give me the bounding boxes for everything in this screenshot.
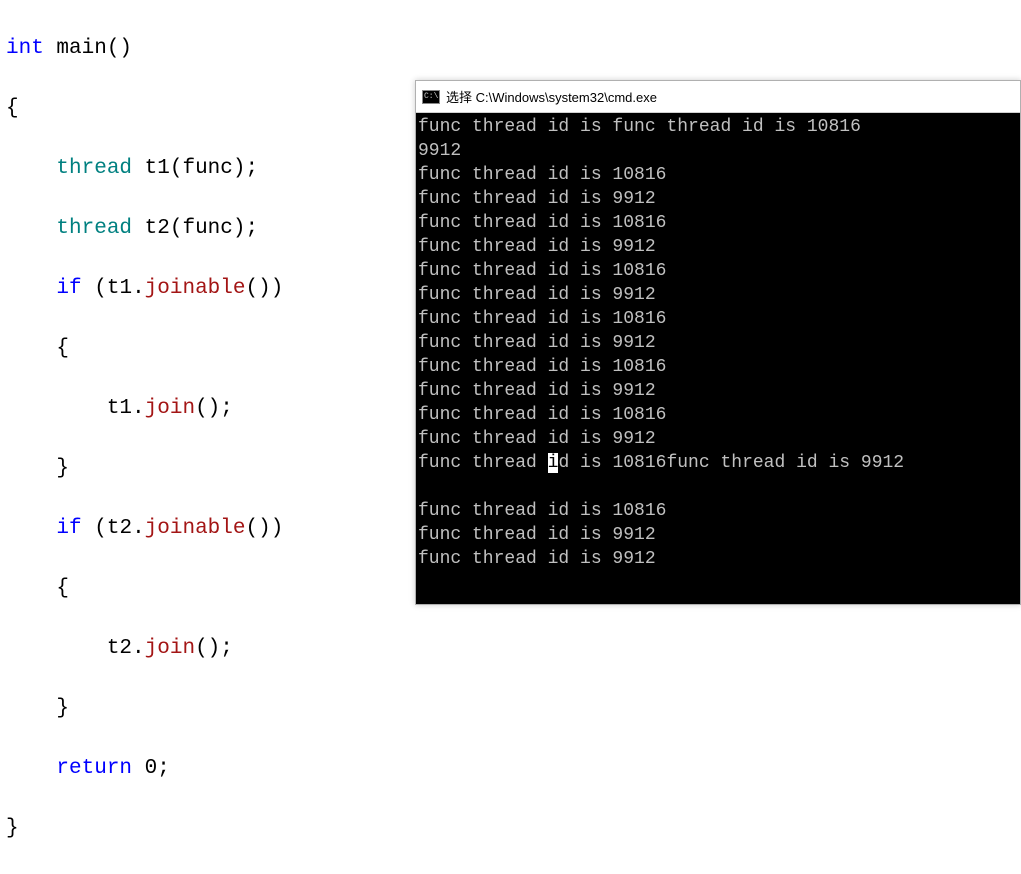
code-line: if (t2.joinable()) — [6, 514, 430, 544]
code-line: { — [6, 334, 430, 364]
console-line: func thread id is 10816 — [418, 501, 666, 521]
console-output[interactable]: func thread id is func thread id is 1081… — [416, 113, 1020, 604]
console-line: func thread id is 9912 — [418, 429, 656, 449]
code-line: } — [6, 454, 430, 484]
code-line: } — [6, 814, 430, 844]
code-line: { — [6, 94, 430, 124]
code-line: thread t2(func); — [6, 214, 430, 244]
console-line: func thread id is 9912 — [418, 189, 656, 209]
console-line: func thread id is 9912 — [418, 333, 656, 353]
console-title: 选择 C:\Windows\system32\cmd.exe — [446, 87, 657, 106]
console-line: func thread id is 10816 — [418, 357, 666, 377]
console-line: func thread id is 10816 — [418, 213, 666, 233]
console-line: func thread id is 9912 — [418, 237, 656, 257]
console-line: func thread id is 9912 — [418, 525, 656, 545]
code-line: return 0; — [6, 754, 430, 784]
code-line: t2.join(); — [6, 634, 430, 664]
console-line: func thread id is 9912 — [418, 381, 656, 401]
console-line: 9912 — [418, 141, 461, 161]
code-line: { — [6, 574, 430, 604]
console-line: func thread id is func thread id is 1081… — [418, 117, 861, 137]
code-line: } — [6, 694, 430, 724]
code-line: thread t1(func); — [6, 154, 430, 184]
console-line: func thread id is 10816 — [418, 261, 666, 281]
code-line: t1.join(); — [6, 394, 430, 424]
console-line: func thread id is 9912 — [418, 549, 656, 569]
selection-highlight: i — [548, 453, 559, 473]
console-line: func thread id is 10816func thread id is… — [418, 453, 904, 473]
console-window[interactable]: C:\ 选择 C:\Windows\system32\cmd.exe func … — [415, 80, 1021, 605]
console-line: func thread id is 9912 — [418, 285, 656, 305]
console-line: func thread id is 10816 — [418, 165, 666, 185]
code-line: int main() — [6, 34, 430, 64]
code-line: if (t1.joinable()) — [6, 274, 430, 304]
console-line: func thread id is 10816 — [418, 309, 666, 329]
console-titlebar[interactable]: C:\ 选择 C:\Windows\system32\cmd.exe — [416, 81, 1020, 113]
code-editor[interactable]: int main() { thread t1(func); thread t2(… — [0, 0, 430, 605]
console-line: func thread id is 10816 — [418, 405, 666, 425]
cmd-icon: C:\ — [422, 90, 440, 104]
